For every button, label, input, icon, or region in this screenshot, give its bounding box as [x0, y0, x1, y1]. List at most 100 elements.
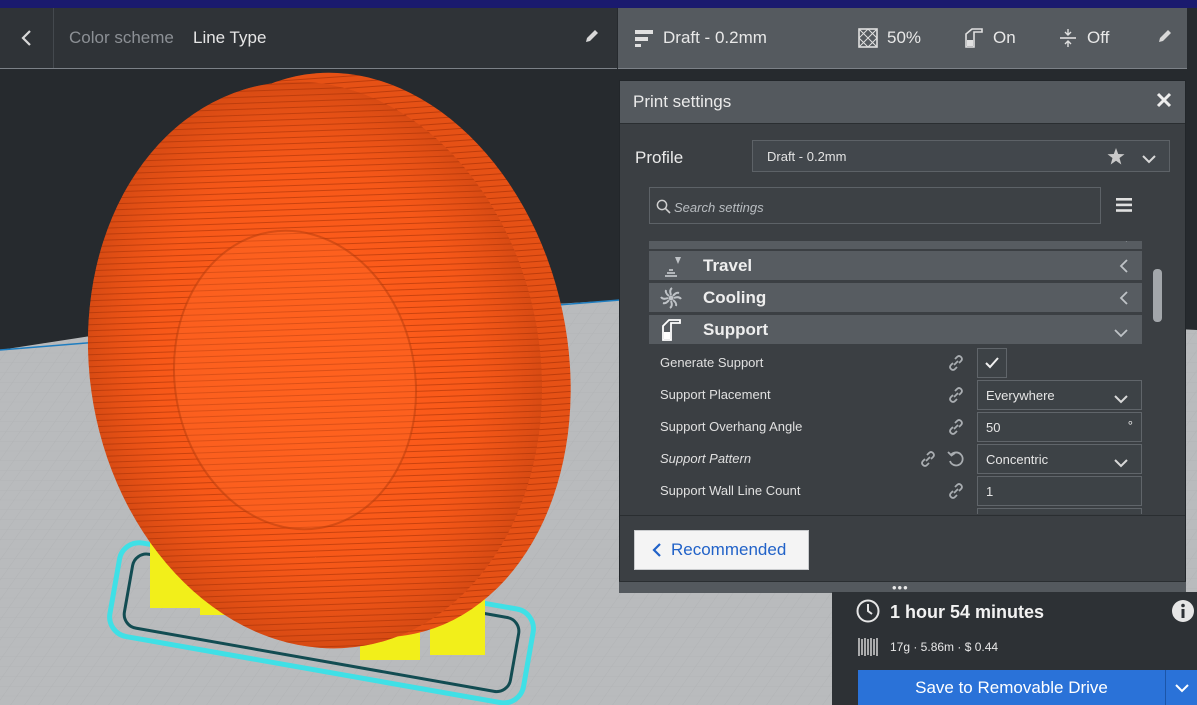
- next-setting-input[interactable]: [977, 508, 1142, 514]
- cooling-fan-icon: [660, 287, 682, 314]
- settings-visibility-menu-button[interactable]: [1116, 198, 1132, 217]
- chevron-left-icon: [652, 543, 661, 557]
- setting-support-wall-line-count: Support Wall Line Count 1: [649, 475, 1143, 507]
- dropdown-value: Concentric: [986, 452, 1049, 467]
- category-hidden-partial[interactable]: [649, 241, 1142, 249]
- input-value: 50: [986, 420, 1001, 435]
- infill-icon: [858, 28, 878, 48]
- travel-icon: [660, 255, 682, 282]
- save-options-dropdown-button[interactable]: [1165, 670, 1197, 705]
- support-placement-dropdown[interactable]: Everywhere: [977, 380, 1142, 410]
- edit-color-scheme-button[interactable]: [584, 28, 600, 49]
- infill-value: 50%: [887, 28, 922, 47]
- chevron-down-icon: [1114, 455, 1128, 473]
- setting-label: Support Placement: [660, 387, 771, 402]
- adhesion-summary[interactable]: Off: [1058, 28, 1109, 48]
- chevron-down-icon: [1114, 325, 1128, 343]
- support-pattern-dropdown[interactable]: Concentric: [977, 444, 1142, 474]
- support-icon: [965, 28, 983, 48]
- color-scheme-value[interactable]: Line Type: [193, 28, 266, 48]
- info-icon: [1172, 600, 1194, 622]
- profile-summary[interactable]: Draft - 0.2mm: [634, 28, 767, 48]
- support-summary[interactable]: On: [964, 28, 1016, 48]
- chevron-down-icon: [1142, 151, 1156, 169]
- panel-divider: [620, 515, 1185, 516]
- wall-line-count-input[interactable]: 1: [977, 476, 1142, 506]
- setting-next-partial: [649, 507, 1143, 514]
- chevron-down-icon: [1175, 684, 1189, 693]
- chevron-left-icon: [1119, 291, 1128, 310]
- setting-label: Generate Support: [660, 355, 764, 370]
- link-icon: [920, 451, 936, 472]
- panel-title: Print settings: [633, 92, 732, 111]
- support-value: On: [993, 28, 1016, 47]
- clock-icon: [856, 599, 880, 628]
- search-settings-box[interactable]: [649, 187, 1101, 224]
- favorite-button[interactable]: [1107, 148, 1125, 170]
- input-value: 1: [986, 484, 994, 499]
- category-travel[interactable]: Travel: [649, 251, 1142, 280]
- print-setup-summary[interactable]: Draft - 0.2mm 50% On Off: [618, 8, 1187, 69]
- category-cooling-label: Cooling: [703, 288, 767, 307]
- profile-summary-text: Draft - 0.2mm: [663, 28, 767, 47]
- unit-label: °: [1127, 418, 1133, 433]
- setting-support-overhang-angle: Support Overhang Angle 50 °: [649, 411, 1143, 443]
- hamburger-menu-icon: [1116, 198, 1132, 212]
- filament-spool-icon: [858, 636, 880, 663]
- chevron-left-icon: [1119, 241, 1128, 247]
- profile-label: Profile: [635, 148, 684, 167]
- setting-label: Support Pattern: [660, 451, 752, 466]
- save-to-removable-drive-button[interactable]: Save to Removable Drive: [858, 670, 1165, 705]
- infill-summary[interactable]: 50%: [858, 28, 921, 48]
- top-toolbar: Color scheme Line Type Draft - 0.2mm 50%…: [0, 8, 1187, 69]
- setting-label: Support Wall Line Count: [660, 483, 801, 498]
- settings-list[interactable]: Travel Cooling Support Generate Support: [649, 241, 1143, 514]
- link-icon: [948, 483, 964, 504]
- info-button[interactable]: [1171, 599, 1195, 628]
- setting-support-placement: Support Placement Everywhere: [649, 379, 1143, 411]
- adhesion-value: Off: [1087, 28, 1110, 47]
- search-icon: [656, 199, 671, 219]
- chevron-left-icon: [20, 30, 31, 46]
- print-settings-panel: Print settings Profile Draft - 0.2mm Sea…: [619, 80, 1186, 590]
- close-button[interactable]: [1155, 91, 1173, 114]
- setting-support-pattern: Support Pattern Concentric: [649, 443, 1143, 475]
- category-support-label: Support: [703, 320, 769, 339]
- link-icon: [948, 419, 964, 440]
- chevron-down-icon: [1114, 391, 1128, 409]
- settings-scrollbar[interactable]: [1153, 269, 1162, 322]
- category-travel-label: Travel: [703, 256, 753, 275]
- reset-button[interactable]: [947, 450, 965, 473]
- recommended-button[interactable]: Recommended: [634, 530, 809, 570]
- print-time: 1 hour 54 minutes: [890, 602, 1045, 622]
- profile-icon: [635, 30, 653, 47]
- link-icon: [948, 387, 964, 408]
- close-icon: [1156, 92, 1172, 108]
- material-estimate: 17g · 5.86m · $ 0.44: [890, 640, 999, 654]
- star-icon: [1107, 148, 1125, 165]
- view-options-bar: Color scheme Line Type: [0, 8, 617, 69]
- profile-dropdown[interactable]: Draft - 0.2mm: [752, 140, 1170, 172]
- save-button-label: Save to Removable Drive: [915, 677, 1108, 697]
- print-estimate-panel: 1 hour 54 minutes 17g · 5.86m · $ 0.44 S…: [832, 592, 1197, 705]
- generate-support-checkbox[interactable]: [977, 348, 1007, 378]
- setting-label: Support Overhang Angle: [660, 419, 803, 434]
- search-input[interactable]: [672, 194, 1076, 220]
- category-cooling[interactable]: Cooling: [649, 283, 1142, 312]
- chevron-left-icon: [1119, 259, 1128, 278]
- recommended-label: Recommended: [671, 540, 787, 559]
- back-button[interactable]: [0, 8, 54, 68]
- support-icon: [660, 319, 682, 346]
- pencil-icon: [586, 30, 598, 42]
- edit-print-setup-button[interactable]: [1157, 28, 1173, 49]
- dropdown-value: Everywhere: [986, 388, 1055, 403]
- window-top-strip: [0, 0, 1197, 8]
- adhesion-icon: [1060, 29, 1076, 47]
- category-support[interactable]: Support: [649, 315, 1142, 344]
- overhang-angle-input[interactable]: 50 °: [977, 412, 1142, 442]
- panel-header: Print settings: [620, 81, 1185, 124]
- reset-icon: [947, 451, 964, 467]
- setting-generate-support: Generate Support: [649, 347, 1143, 379]
- link-icon: [948, 355, 964, 376]
- color-scheme-label: Color scheme: [69, 28, 174, 47]
